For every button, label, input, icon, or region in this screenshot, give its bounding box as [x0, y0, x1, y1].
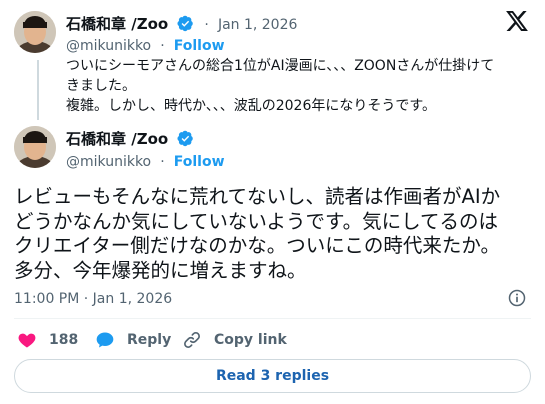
reply-label: Reply	[127, 332, 172, 348]
separator-dot: ·	[160, 38, 165, 54]
verified-badge-icon	[177, 130, 194, 147]
reply-button[interactable]: Reply	[95, 330, 171, 350]
link-icon	[184, 332, 200, 348]
info-icon[interactable]	[507, 288, 527, 308]
reply-bubble-icon	[96, 332, 114, 348]
tweet-text-line: クリエイター側だけなのかな。ついにこの時代来たか。	[14, 234, 500, 257]
tweet-text-line: 複雑。しかし、時代か、、、波乱の2026年になりそうです。	[66, 98, 436, 114]
quoted-tweet-handle-row: @mikunikko · Follow	[66, 35, 225, 54]
x-logo-icon[interactable]	[506, 11, 528, 31]
tweet-timestamp[interactable]: 11:00 PM · Jan 1, 2026	[14, 291, 172, 307]
author-handle[interactable]: @mikunikko	[66, 154, 151, 170]
like-count: 188	[49, 332, 79, 348]
verified-badge-icon	[177, 15, 194, 32]
main-tweet-text: レビューもそんなに荒れてないし、読者は作画者がAIか どうかなんか気にしていない…	[14, 185, 539, 283]
main-tweet-header: 石橋和章 /Zoo	[66, 128, 194, 149]
copy-link-label: Copy link	[214, 332, 287, 348]
like-button[interactable]: 188	[17, 330, 78, 350]
thread-line	[37, 60, 39, 120]
author-name[interactable]: 石橋和章 /Zoo	[66, 130, 168, 148]
avatar-image	[14, 11, 56, 53]
avatar-image	[14, 126, 56, 168]
copy-link-button[interactable]: Copy link	[182, 330, 287, 350]
author-handle[interactable]: @mikunikko	[66, 38, 151, 54]
tweet-text-line: 多分、今年爆発的に増えますね。	[14, 258, 307, 282]
quoted-tweet-text: ついにシーモアさんの総合1位がAI漫画に、、、ZOONさんが仕掛けて きました。…	[66, 56, 536, 116]
main-tweet-handle-row: @mikunikko · Follow	[66, 151, 225, 170]
heart-icon	[18, 333, 36, 348]
avatar[interactable]	[14, 11, 56, 53]
tweet-text-line: レビューもそんなに荒れてないし、読者は作画者がAIか	[14, 185, 501, 208]
tweet-text-line: きました。	[66, 78, 136, 94]
tweet-date[interactable]: Jan 1, 2026	[218, 17, 297, 33]
tweet-text-line: どうかなんか気にしていないようです。気にしてるのは	[14, 209, 498, 233]
follow-button[interactable]: Follow	[174, 38, 225, 54]
follow-button[interactable]: Follow	[174, 154, 225, 170]
divider	[14, 318, 531, 319]
tweet-text-line: ついにシーモアさんの総合1位がAI漫画に、、、ZOONさんが仕掛けて	[66, 58, 495, 74]
read-replies-button[interactable]: Read 3 replies	[14, 359, 531, 393]
separator-dot: ·	[204, 17, 209, 33]
quoted-tweet-header: 石橋和章 /Zoo · Jan 1, 2026	[66, 13, 297, 34]
avatar[interactable]	[14, 126, 56, 168]
author-name[interactable]: 石橋和章 /Zoo	[66, 15, 168, 33]
separator-dot: ·	[160, 154, 165, 170]
